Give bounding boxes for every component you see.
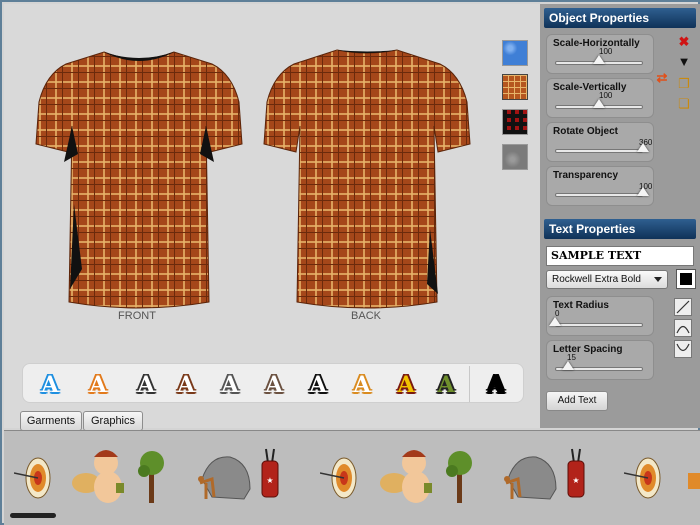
text-style-3[interactable]: A	[133, 372, 159, 398]
properties-panel: Object Properties Scale-Horizontally 100…	[540, 4, 700, 428]
text-color-picker[interactable]	[676, 269, 696, 289]
object-properties-header: Object Properties	[544, 8, 696, 28]
gallery-scrollbar[interactable]	[10, 513, 56, 518]
add-text-button[interactable]: Add Text	[546, 391, 608, 411]
slider-label: Text Radius	[553, 300, 609, 311]
text-style-2[interactable]: A	[85, 372, 111, 398]
svg-text:★: ★	[572, 476, 579, 485]
scale-horizontal-slider[interactable]: Scale-Horizontally 100	[546, 34, 654, 74]
text-style-10[interactable]: A	[433, 372, 459, 398]
swatch-red-black-check[interactable]	[502, 109, 528, 135]
slider-thumb[interactable]	[593, 99, 605, 108]
slider-track[interactable]	[555, 193, 643, 197]
text-arch-down-icon[interactable]	[674, 340, 692, 358]
slider-thumb[interactable]	[593, 55, 605, 64]
scale-vertical-slider[interactable]: Scale-Vertically 100	[546, 78, 654, 118]
strip-divider	[469, 366, 470, 402]
slider-label: Letter Spacing	[553, 344, 623, 355]
text-style-6[interactable]: A	[261, 372, 287, 398]
archery-target-graphic[interactable]	[14, 453, 54, 503]
archery-target-graphic[interactable]	[624, 453, 664, 503]
back-label: BACK	[351, 310, 381, 322]
text-properties-header: Text Properties	[544, 219, 696, 239]
partial-graphic[interactable]	[684, 471, 700, 491]
archery-target-graphic[interactable]	[320, 453, 360, 503]
back-tshirt[interactable]	[262, 44, 472, 312]
slider-label: Transparency	[553, 170, 619, 181]
slider-track[interactable]	[555, 149, 643, 153]
slider-thumb[interactable]	[637, 187, 649, 196]
cupid-graphic[interactable]	[72, 443, 134, 509]
transparency-slider[interactable]: Transparency 100	[546, 166, 654, 206]
text-style-9[interactable]: A	[393, 372, 419, 398]
swatch-gray-texture[interactable]	[502, 144, 528, 170]
align-down-icon[interactable]: ▼	[676, 54, 692, 70]
tree-graphic[interactable]	[136, 449, 168, 505]
tab-graphics[interactable]: Graphics	[83, 411, 143, 431]
tree-graphic[interactable]	[444, 449, 476, 505]
font-dropdown-value: Rockwell Extra Bold	[552, 274, 641, 285]
rock-deer-graphic[interactable]	[502, 449, 560, 505]
front-label: FRONT	[118, 310, 156, 322]
slider-track[interactable]	[555, 323, 643, 327]
font-dropdown[interactable]: Rockwell Extra Bold	[546, 270, 668, 289]
front-tshirt[interactable]	[34, 44, 244, 312]
text-style-1[interactable]: A	[37, 372, 63, 398]
swap-icon[interactable]: ⇄	[654, 70, 670, 86]
slider-thumb[interactable]	[549, 317, 561, 326]
text-style-4[interactable]: A	[173, 372, 199, 398]
designer-app: FRONT BACK AAAAAAAAAAA Garments Graphics…	[0, 0, 700, 525]
rock-deer-graphic[interactable]	[196, 449, 254, 505]
letter-spacing-slider[interactable]: Letter Spacing 15	[546, 340, 654, 380]
text-style-11[interactable]: A	[483, 372, 509, 398]
swatch-blue-texture[interactable]	[502, 40, 528, 66]
text-arch-up-icon[interactable]	[674, 319, 692, 337]
color-swatch	[680, 273, 692, 285]
text-style-strip: AAAAAAAAAAA	[22, 363, 524, 403]
design-canvas: FRONT BACK AAAAAAAAAAA Garments Graphics	[4, 4, 540, 431]
sample-text-input[interactable]: SAMPLE TEXT	[546, 246, 694, 266]
text-radius-slider[interactable]: Text Radius 0	[546, 296, 654, 336]
delete-icon[interactable]: ✖	[676, 34, 692, 50]
graphics-gallery: ★ ★	[4, 430, 700, 525]
slider-label: Rotate Object	[553, 126, 619, 137]
quiver-graphic[interactable]: ★	[564, 447, 590, 503]
slider-label: Scale-Vertically	[553, 82, 627, 93]
text-style-5[interactable]: A	[217, 372, 243, 398]
slider-thumb[interactable]	[637, 143, 649, 152]
swatch-orange-plaid[interactable]	[502, 74, 528, 100]
cupid-graphic[interactable]	[380, 443, 442, 509]
tab-garments[interactable]: Garments	[20, 411, 82, 431]
rotate-slider[interactable]: Rotate Object 360	[546, 122, 654, 162]
quiver-graphic[interactable]: ★	[258, 447, 284, 503]
text-straight-icon[interactable]	[674, 298, 692, 316]
svg-text:★: ★	[266, 476, 273, 485]
text-style-8[interactable]: A	[349, 372, 375, 398]
text-style-7[interactable]: A	[305, 372, 331, 398]
chevron-down-icon	[654, 277, 662, 282]
slider-label: Scale-Horizontally	[553, 38, 640, 49]
send-backward-icon[interactable]: ❏	[676, 96, 692, 112]
slider-thumb[interactable]	[562, 361, 575, 370]
bring-forward-icon[interactable]: ❐	[676, 76, 692, 92]
